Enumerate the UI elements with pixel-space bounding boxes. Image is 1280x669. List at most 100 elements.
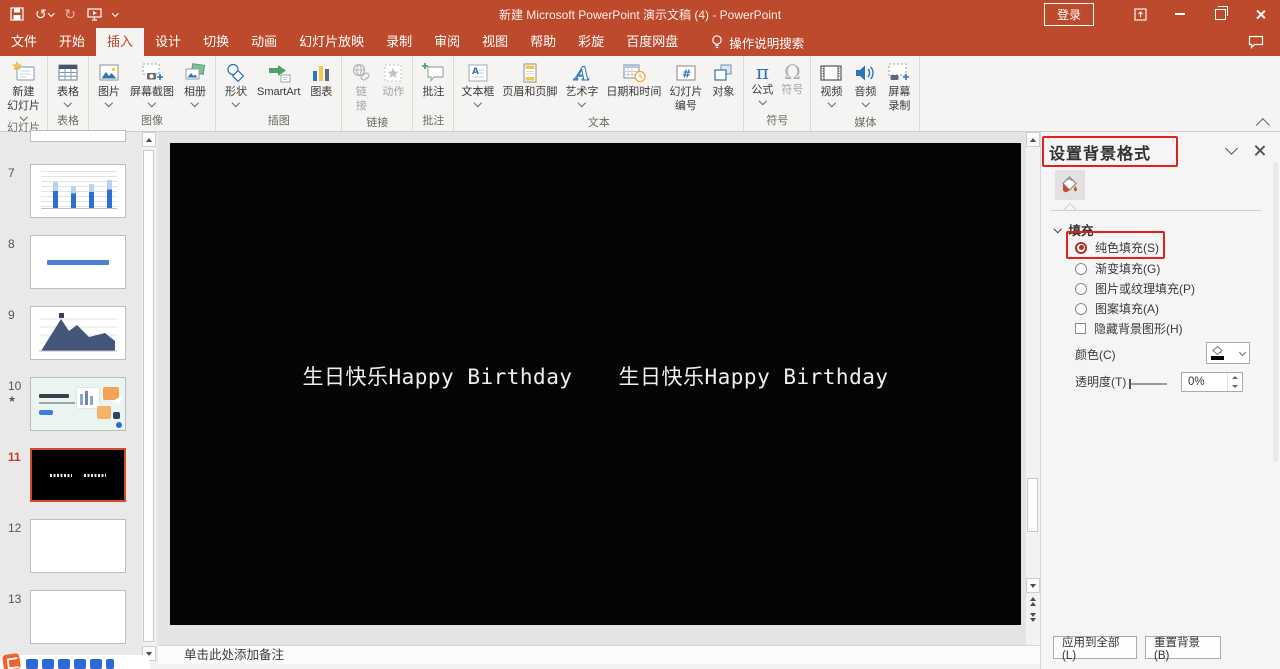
slide-canvas[interactable]: 生日快乐Happy Birthday 生日快乐Happy Birthday: [170, 143, 1021, 625]
minimize-button[interactable]: [1160, 0, 1200, 28]
smartart-button[interactable]: SmartArt: [254, 59, 303, 100]
tab-file[interactable]: 文件: [0, 28, 48, 56]
double-up-icon: [1030, 597, 1036, 601]
thumbnail-scrollbar[interactable]: [142, 132, 156, 662]
photo-album-button[interactable]: 相册: [179, 59, 211, 105]
slide-thumbnail-panel: 7 8 9 10 ★: [0, 132, 158, 662]
slide-number: 9: [8, 308, 15, 322]
tab-caixuan[interactable]: 彩旋: [567, 28, 615, 56]
date-time-icon: [620, 61, 648, 85]
header-footer-button[interactable]: 页眉和页脚: [499, 59, 560, 100]
close-icon: [1255, 9, 1266, 20]
reset-background-button[interactable]: 重置背景(B): [1145, 636, 1221, 659]
object-button[interactable]: 对象: [707, 59, 739, 100]
chevron-down-icon: [112, 10, 118, 16]
notes-pane[interactable]: 单击此处添加备注: [158, 645, 1040, 665]
tab-transitions[interactable]: 切换: [192, 28, 240, 56]
save-icon[interactable]: [10, 7, 24, 21]
scrollbar-thumb[interactable]: [1027, 478, 1038, 532]
video-button[interactable]: 视频: [815, 59, 847, 105]
tab-design[interactable]: 设计: [144, 28, 192, 56]
feedback-button[interactable]: [1248, 28, 1264, 56]
screenshot-button[interactable]: 屏幕截图: [127, 59, 177, 105]
group-slides: 新建 幻灯片 幻灯片: [0, 56, 48, 131]
undo-button[interactable]: ↺: [35, 6, 53, 23]
close-button[interactable]: [1240, 0, 1280, 28]
group-text: A 文本框 页眉和页脚 A 艺术字 日期和时间 # 幻灯片 编号: [454, 56, 744, 131]
tab-baidu-netdisk[interactable]: 百度网盘: [615, 28, 689, 56]
transparency-spinner[interactable]: 0%: [1181, 372, 1243, 392]
undo-dropdown-icon: [48, 10, 54, 16]
color-picker-button[interactable]: [1206, 342, 1250, 364]
tab-help[interactable]: 帮助: [519, 28, 567, 56]
annotation-box-title: [1042, 136, 1178, 167]
chevron-down-icon: [232, 99, 240, 107]
notes-placeholder: 单击此处添加备注: [158, 646, 284, 664]
slide-number: 8: [8, 237, 15, 251]
editor-scrollbar[interactable]: [1026, 132, 1040, 645]
option-pattern-fill[interactable]: 图案填充(A): [1075, 300, 1159, 317]
collapse-ribbon-icon[interactable]: [1256, 118, 1270, 132]
date-time-button[interactable]: 日期和时间: [603, 59, 664, 100]
scrollbar-thumb[interactable]: [143, 150, 154, 642]
transparency-value[interactable]: 0%: [1182, 373, 1227, 391]
tell-me-search[interactable]: 操作说明搜索: [711, 28, 804, 56]
fill-tab-button[interactable]: [1055, 170, 1085, 200]
mini-title-text: [50, 474, 72, 477]
restore-button[interactable]: [1200, 0, 1240, 28]
slide-title-left[interactable]: 生日快乐Happy Birthday: [302, 361, 572, 391]
radio-icon: [1075, 283, 1087, 295]
next-slide-button[interactable]: [1026, 610, 1040, 624]
pane-options-chevron-icon[interactable]: [1225, 142, 1238, 155]
new-slide-button[interactable]: 新建 幻灯片: [4, 59, 43, 119]
tab-animations[interactable]: 动画: [240, 28, 288, 56]
ribbon-display-options-button[interactable]: [1120, 0, 1160, 28]
pictures-button[interactable]: 图片: [93, 59, 125, 105]
comment-button[interactable]: 批注: [417, 59, 449, 100]
equation-pi-icon: π: [756, 61, 769, 83]
pane-close-icon[interactable]: [1254, 144, 1266, 156]
scroll-up-button[interactable]: [1026, 132, 1040, 147]
screen-recording-button[interactable]: 屏幕 录制: [883, 59, 915, 114]
previous-slide-button[interactable]: [1026, 594, 1040, 608]
customize-qat-button[interactable]: [113, 12, 118, 16]
textbox-icon: A: [465, 61, 491, 85]
pane-scrollbar[interactable]: [1273, 162, 1278, 462]
redo-icon: ↻: [64, 6, 76, 23]
spin-down-button[interactable]: [1228, 382, 1242, 391]
slide-number-button[interactable]: # 幻灯片 编号: [666, 59, 705, 114]
chart-button[interactable]: 图表: [305, 59, 337, 100]
shapes-button[interactable]: 形状: [220, 59, 252, 105]
spin-up-button[interactable]: [1228, 373, 1242, 382]
textbox-button[interactable]: A 文本框: [458, 59, 497, 105]
redo-button[interactable]: ↻: [64, 6, 76, 23]
chevron-down-icon: [148, 99, 156, 107]
wordart-button[interactable]: A 艺术字: [562, 59, 601, 105]
tab-view[interactable]: 视图: [471, 28, 519, 56]
transparency-label: 透明度(T): [1075, 373, 1126, 390]
transparency-slider[interactable]: [1129, 379, 1167, 389]
screenshot-icon: [139, 61, 165, 85]
tab-slideshow[interactable]: 幻灯片放映: [288, 28, 375, 56]
scroll-down-button[interactable]: [1026, 578, 1040, 593]
slide-title-right[interactable]: 生日快乐Happy Birthday: [619, 361, 889, 391]
start-slideshow-button[interactable]: [87, 7, 102, 21]
color-label: 颜色(C): [1075, 346, 1116, 363]
tab-insert[interactable]: 插入: [96, 28, 144, 56]
smartart-icon: [265, 61, 293, 85]
tab-home[interactable]: 开始: [48, 28, 96, 56]
equation-button[interactable]: π 公式: [748, 59, 776, 103]
tab-review[interactable]: 审阅: [423, 28, 471, 56]
apply-to-all-button[interactable]: 应用到全部(L): [1053, 636, 1137, 659]
option-picture-texture-fill[interactable]: 图片或纹理填充(P): [1075, 280, 1195, 297]
triangle-down-icon: [1030, 584, 1036, 588]
option-gradient-fill[interactable]: 渐变填充(G): [1075, 260, 1160, 277]
scroll-up-button[interactable]: [142, 132, 156, 147]
table-button[interactable]: 表格: [52, 59, 84, 105]
checkbox-icon: [1075, 323, 1086, 334]
tab-record[interactable]: 录制: [375, 28, 423, 56]
option-hide-background-graphics[interactable]: 隐藏背景图形(H): [1075, 320, 1183, 337]
audio-button[interactable]: 音频: [849, 59, 881, 105]
quick-access-toolbar: ↺ ↻: [0, 6, 117, 23]
signin-button[interactable]: 登录: [1044, 3, 1094, 26]
